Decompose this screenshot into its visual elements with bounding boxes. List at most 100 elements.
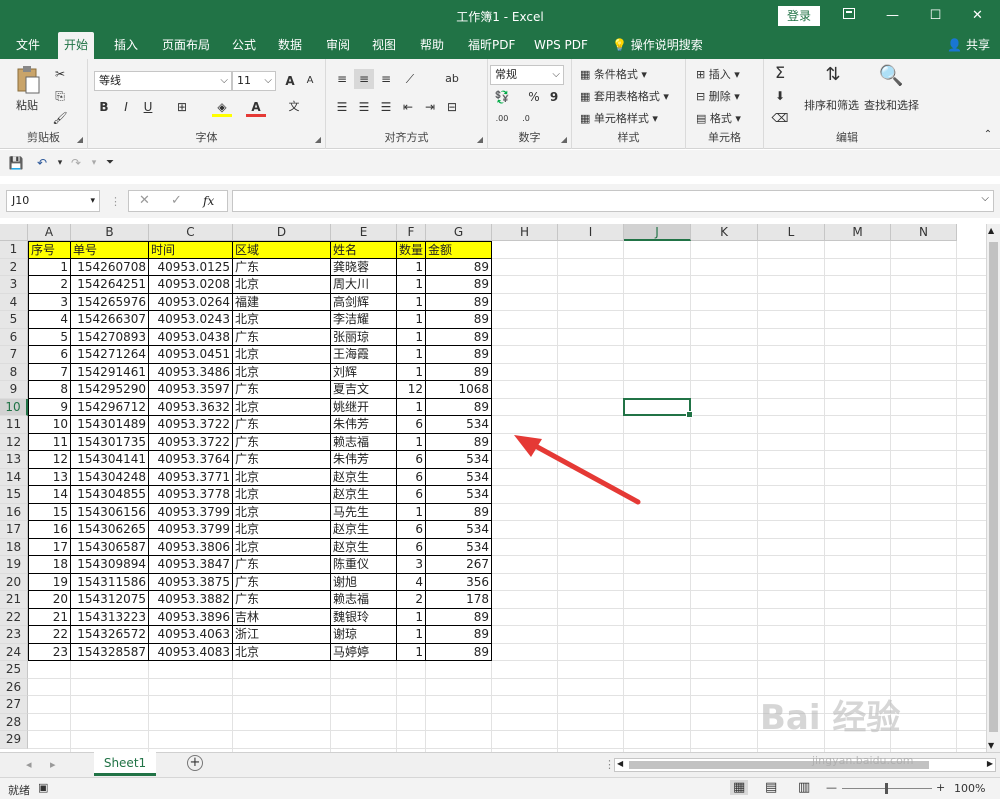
table-cell[interactable]: 6	[28, 346, 71, 364]
column-header-d[interactable]: D	[233, 224, 331, 241]
zoom-level[interactable]: 100%	[954, 782, 985, 795]
row-header-25[interactable]: 25	[0, 661, 28, 679]
table-cell[interactable]: 赖志福	[331, 591, 397, 609]
comma-style-button[interactable]: 9	[544, 87, 564, 107]
increase-indent-icon[interactable]: ⇥	[420, 97, 440, 117]
table-cell[interactable]: 154291461	[71, 363, 149, 381]
column-header-k[interactable]: K	[691, 224, 758, 241]
column-header-j[interactable]: J	[624, 224, 691, 241]
table-cell[interactable]: 154306587	[71, 538, 149, 556]
table-cell[interactable]: 北京	[233, 346, 331, 364]
minimize-button[interactable]: —	[870, 0, 915, 32]
table-cell[interactable]: 1	[397, 503, 426, 521]
table-cell[interactable]: 40953.3722	[149, 433, 233, 451]
sheet-tab-sheet1[interactable]: Sheet1	[94, 752, 156, 776]
table-cell[interactable]: 10	[28, 416, 71, 434]
tab-insert[interactable]: 插入	[108, 32, 144, 59]
table-cell[interactable]: 40953.0208	[149, 276, 233, 294]
row-header-4[interactable]: 4	[0, 293, 28, 311]
orientation-icon[interactable]: ⟋	[400, 69, 420, 89]
tab-file[interactable]: 文件	[10, 32, 46, 59]
add-sheet-icon[interactable]: +	[187, 755, 203, 771]
undo-icon[interactable]: ↶	[32, 153, 52, 173]
table-cell[interactable]: 1068	[426, 381, 492, 399]
table-cell[interactable]: 17	[28, 538, 71, 556]
format-as-table-button[interactable]: ▦ 套用表格格式 ▾	[580, 88, 669, 104]
row-header-3[interactable]: 3	[0, 276, 28, 294]
column-header-e[interactable]: E	[331, 224, 397, 241]
table-cell[interactable]: 朱伟芳	[331, 416, 397, 434]
table-cell[interactable]: 356	[426, 573, 492, 591]
table-cell[interactable]: 40953.0243	[149, 311, 233, 329]
table-cell[interactable]: 23	[28, 643, 71, 661]
table-cell[interactable]: 周大川	[331, 276, 397, 294]
tell-me-search[interactable]: 💡 操作说明搜索	[606, 32, 709, 59]
italic-button[interactable]: I	[116, 97, 136, 117]
row-header-24[interactable]: 24	[0, 643, 28, 661]
ribbon-display-icon[interactable]	[826, 0, 871, 32]
table-cell[interactable]: 40953.0451	[149, 346, 233, 364]
format-cells-button[interactable]: ▤ 格式 ▾	[696, 110, 741, 126]
maximize-button[interactable]: ☐	[913, 0, 958, 32]
table-cell[interactable]: 北京	[233, 486, 331, 504]
vertical-scrollbar[interactable]: ▲ ▼	[986, 224, 1000, 752]
table-header-cell[interactable]: 数量	[397, 241, 426, 259]
table-cell[interactable]: 534	[426, 416, 492, 434]
font-size-combo[interactable]: 11 ⌵	[232, 71, 276, 91]
table-cell[interactable]: 154295290	[71, 381, 149, 399]
table-cell[interactable]: 4	[28, 311, 71, 329]
column-header-i[interactable]: I	[558, 224, 624, 241]
table-cell[interactable]: 40953.3778	[149, 486, 233, 504]
table-cell[interactable]: 154311586	[71, 573, 149, 591]
table-cell[interactable]: 8	[28, 381, 71, 399]
table-cell[interactable]: 1	[28, 258, 71, 276]
table-cell[interactable]: 89	[426, 258, 492, 276]
font-name-combo[interactable]: 等线 ⌵	[94, 71, 232, 91]
cut-icon[interactable]: ✂	[50, 64, 70, 84]
table-cell[interactable]: 89	[426, 346, 492, 364]
row-header-21[interactable]: 21	[0, 591, 28, 609]
row-header-27[interactable]: 27	[0, 696, 28, 714]
row-header-23[interactable]: 23	[0, 626, 28, 644]
table-cell[interactable]: 李洁耀	[331, 311, 397, 329]
tab-review[interactable]: 审阅	[320, 32, 356, 59]
fill-icon[interactable]: ⬇	[770, 86, 790, 106]
table-cell[interactable]: 浙江	[233, 626, 331, 644]
table-cell[interactable]: 89	[426, 363, 492, 381]
merge-center-icon[interactable]: ⊟	[442, 97, 462, 117]
table-cell[interactable]: 40953.3799	[149, 503, 233, 521]
table-cell[interactable]: 广东	[233, 328, 331, 346]
table-cell[interactable]: 89	[426, 503, 492, 521]
currency-icon[interactable]: 💱	[492, 87, 512, 107]
scroll-left-icon[interactable]: ◀	[617, 759, 623, 768]
table-cell[interactable]: 1	[397, 276, 426, 294]
row-header-13[interactable]: 13	[0, 451, 28, 469]
enter-entry-icon[interactable]: ✓	[171, 193, 182, 208]
name-box[interactable]: J10 ▾	[6, 190, 100, 212]
scroll-up-icon[interactable]: ▲	[988, 226, 994, 235]
paste-icon[interactable]	[14, 65, 42, 95]
table-cell[interactable]: 1	[397, 398, 426, 416]
table-cell[interactable]: 北京	[233, 468, 331, 486]
fill-color-icon[interactable]: ◈	[212, 97, 232, 117]
page-layout-view-icon[interactable]: ▤	[765, 780, 777, 795]
number-format-combo[interactable]: 常规 ⌵	[490, 65, 564, 85]
table-cell[interactable]: 19	[28, 573, 71, 591]
table-cell[interactable]: 北京	[233, 538, 331, 556]
tab-view[interactable]: 视图	[366, 32, 402, 59]
row-header-1[interactable]: 1	[0, 241, 28, 259]
table-cell[interactable]: 1	[397, 346, 426, 364]
row-header-29[interactable]: 29	[0, 731, 28, 749]
wrap-text-icon[interactable]: ab	[442, 69, 462, 89]
table-header-cell[interactable]: 时间	[149, 241, 233, 259]
column-header-l[interactable]: L	[758, 224, 825, 241]
redo-icon[interactable]: ↷	[66, 153, 86, 173]
autosum-icon[interactable]: Σ	[770, 63, 790, 83]
table-cell[interactable]: 40953.0264	[149, 293, 233, 311]
table-cell[interactable]: 6	[397, 521, 426, 539]
table-cell[interactable]: 154313223	[71, 608, 149, 626]
table-cell[interactable]: 6	[397, 416, 426, 434]
horizontal-scrollbar[interactable]: ◀ ▶	[614, 758, 996, 772]
find-select-label[interactable]: 查找和选择	[864, 97, 919, 113]
table-header-cell[interactable]: 姓名	[331, 241, 397, 259]
